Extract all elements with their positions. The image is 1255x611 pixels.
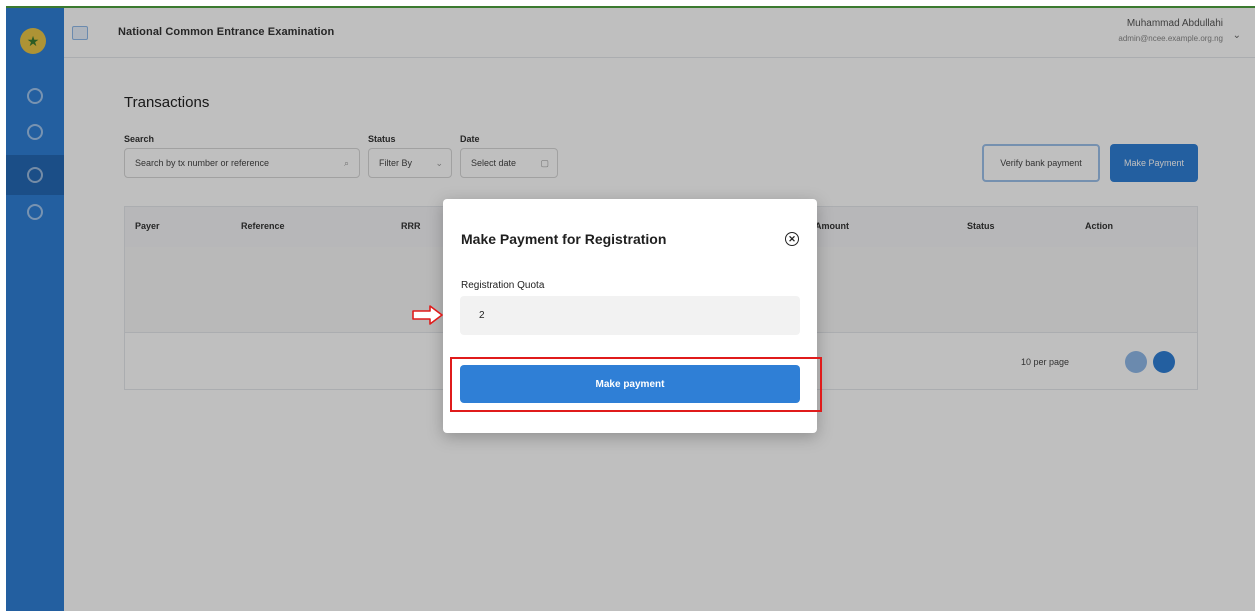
app-frame: ★ National Common Entrance Examination M… [6, 6, 1255, 611]
arrow-right-icon [412, 305, 443, 325]
highlight-box [450, 357, 822, 412]
registration-quota-label: Registration Quota [461, 280, 545, 291]
close-icon[interactable]: ✕ [785, 232, 799, 246]
registration-quota-input[interactable] [460, 296, 800, 335]
modal-title: Make Payment for Registration [461, 231, 667, 247]
